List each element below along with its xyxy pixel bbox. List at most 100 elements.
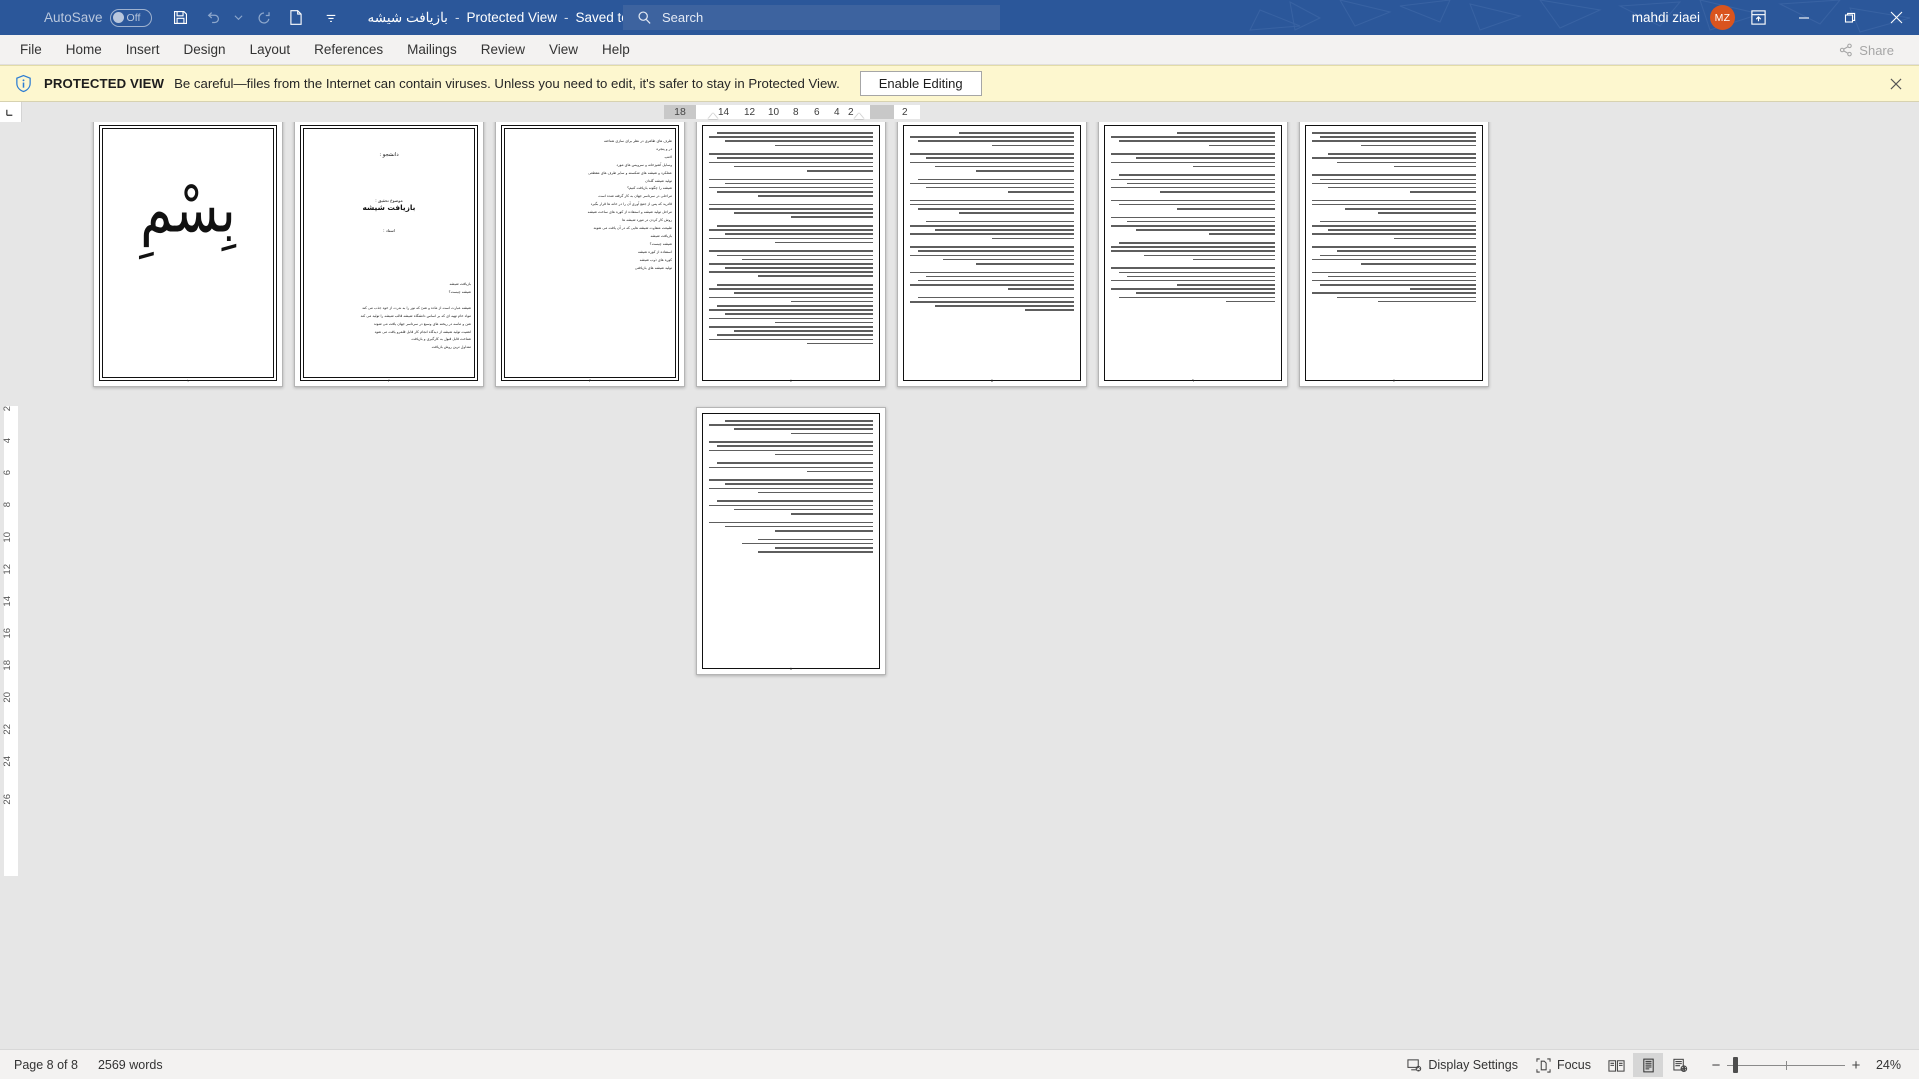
tab-stop-selector-icon[interactable]: [0, 102, 22, 122]
customize-qat-caret-icon[interactable]: [323, 4, 340, 32]
autosave-toggle[interactable]: Off: [109, 8, 152, 27]
cover-body-line: مواد خام تهیه ای که بر اساس دانشگاه شیشه…: [360, 313, 471, 318]
zoom-in-icon[interactable]: +: [1845, 1053, 1867, 1077]
tab-review[interactable]: Review: [469, 37, 537, 62]
tab-help[interactable]: Help: [590, 37, 642, 62]
display-settings-icon: [1407, 1058, 1422, 1073]
ruler-tick-18: 18: [674, 106, 686, 118]
page-thumbnail[interactable]: دانشجو : موضوع تحقیق : بازیافت شیشه استا…: [294, 122, 484, 387]
cover-body-line: شیشه عبارت است از ماده و شئ که نور را به…: [362, 305, 471, 310]
autosave-label: AutoSave: [44, 10, 103, 25]
page-thumbnail[interactable]: ٤: [696, 122, 886, 387]
undo-icon[interactable]: [198, 4, 228, 32]
search-placeholder: Search: [662, 10, 704, 25]
page-content: دانشجو : موضوع تحقیق : بازیافت شیشه استا…: [307, 132, 471, 372]
tab-insert[interactable]: Insert: [114, 37, 172, 62]
document-workspace[interactable]: 2 4 6 8 10 12 14 16 18 20 22 24 26 بِسْم…: [0, 122, 1919, 1049]
tab-mailings[interactable]: Mailings: [395, 37, 469, 62]
zoom-out-icon[interactable]: −: [1705, 1053, 1727, 1077]
display-settings-button[interactable]: Display Settings: [1399, 1053, 1526, 1077]
display-settings-label: Display Settings: [1428, 1058, 1518, 1072]
toc-entry: استفاده از کوره شیشه: [637, 249, 672, 254]
web-layout-icon[interactable]: [1665, 1053, 1695, 1077]
page-number: ٢: [387, 378, 391, 383]
tab-layout[interactable]: Layout: [238, 37, 303, 62]
page-content: [709, 132, 873, 372]
page-thumbnail[interactable]: بِسْمِ ١: [93, 122, 283, 387]
zoom-slider-midpoint: [1786, 1060, 1787, 1070]
ruler-tail: 2: [894, 105, 920, 119]
tab-view[interactable]: View: [537, 37, 590, 62]
ruler-tick-10: 10: [768, 107, 780, 118]
page-indicator[interactable]: Page 8 of 8: [0, 1058, 88, 1072]
page-number: ٣: [588, 378, 592, 383]
page-thumbnail[interactable]: ٧: [1299, 122, 1489, 387]
protected-view-title: PROTECTED VIEW: [44, 76, 165, 91]
ribbon-display-options-icon[interactable]: [1735, 0, 1781, 35]
search-input[interactable]: Search: [623, 5, 1000, 30]
toc-entry: شیشه را چگونه بازیافت کنیم؟: [627, 186, 672, 191]
search-icon: [637, 10, 652, 25]
cover-body-line: بازیافت شیشه: [449, 282, 471, 286]
title-bar: AutoSave Off بازیافت شیشه - Protected Vi…: [0, 0, 1919, 35]
page-content: ظرف های ظاهری در نظر برای سازی شناخته در…: [508, 132, 672, 372]
page-thumbnail[interactable]: ٨: [696, 407, 886, 675]
tab-file[interactable]: File: [8, 37, 54, 62]
window-controls-group: mahdi ziaei MZ: [1632, 0, 1919, 35]
page-content: [910, 132, 1074, 372]
toc-entry: وسایل آشپزخانه و سرویس های مورد: [616, 162, 672, 167]
enable-editing-button[interactable]: Enable Editing: [859, 71, 982, 96]
toc-entry: عملکرد و شیشه های شکسته و سایر ظرف های م…: [588, 170, 672, 175]
share-button[interactable]: Share: [1828, 38, 1905, 62]
toc-entry: ظرف های ظاهری در نظر برای سازی شناخته: [603, 139, 672, 143]
minimize-icon[interactable]: [1781, 0, 1827, 35]
redo-icon[interactable]: [249, 4, 279, 32]
undo-dropdown-caret-icon[interactable]: [230, 4, 247, 32]
ruler-margin-left: 18: [664, 105, 696, 119]
user-name-label[interactable]: mahdi ziaei: [1632, 10, 1700, 25]
toc-entry: تولید شیشه های بازیافتی: [634, 265, 672, 270]
page-thumbnail[interactable]: ٥: [897, 122, 1087, 387]
cover-body-line: شیشه چیست؟: [448, 289, 471, 294]
tab-design[interactable]: Design: [172, 37, 238, 62]
right-indent-marker[interactable]: [854, 113, 864, 119]
zoom-slider-track[interactable]: [1727, 1053, 1845, 1077]
focus-label: Focus: [1556, 1058, 1591, 1072]
ruler-margin-right: [870, 105, 894, 119]
cover-body-line: متداول ترین روش بازیافت: [431, 345, 471, 350]
avatar[interactable]: MZ: [1710, 5, 1735, 30]
print-layout-icon[interactable]: [1633, 1053, 1663, 1077]
cover-body-line: شن و ماسه در ریخته های وسیع در سرتاسر جه…: [373, 321, 471, 326]
cover-title: بازیافت شیشه: [362, 203, 416, 212]
ruler-tick-6: 6: [814, 107, 820, 118]
toc-entry: مراحلی در سرتاسر جهان به کار گرفته شده ا…: [598, 194, 672, 199]
title-separator-2: -: [564, 10, 569, 25]
ruler-tick-14: 14: [718, 107, 730, 118]
autosave-state-label: Off: [126, 11, 141, 24]
zoom-level-label[interactable]: 24%: [1869, 1058, 1911, 1072]
save-icon[interactable]: [166, 4, 196, 32]
read-mode-icon[interactable]: [1601, 1053, 1631, 1077]
page-number: ٦: [1191, 378, 1195, 383]
word-count[interactable]: 2569 words: [88, 1058, 173, 1072]
page-number: ٥: [990, 378, 994, 383]
restore-icon[interactable]: [1827, 0, 1873, 35]
page-thumbnail[interactable]: ظرف های ظاهری در نظر برای سازی شناخته در…: [495, 122, 685, 387]
protected-view-indicator: Protected View: [466, 10, 557, 25]
tab-home[interactable]: Home: [54, 37, 114, 62]
focus-button[interactable]: Focus: [1528, 1053, 1599, 1077]
zoom-slider-group[interactable]: − +: [1705, 1053, 1867, 1077]
horizontal-ruler[interactable]: 18 14 12 10 8 6 4 2 2: [664, 102, 920, 122]
zoom-slider-thumb[interactable]: [1733, 1057, 1738, 1073]
first-line-indent-marker[interactable]: [708, 113, 718, 119]
page-thumbnail[interactable]: ٦: [1098, 122, 1288, 387]
autosave-control[interactable]: AutoSave Off: [44, 8, 152, 27]
protected-view-message: Be careful—files from the Internet can c…: [174, 76, 840, 91]
ruler-tick-2a: 2: [848, 107, 854, 118]
close-banner-icon[interactable]: [1885, 73, 1907, 95]
horizontal-ruler-row: 18 14 12 10 8 6 4 2 2: [0, 102, 1919, 122]
tab-references[interactable]: References: [302, 37, 395, 62]
new-document-icon[interactable]: [281, 4, 311, 32]
toc-entry: روش کار کردن در مورد شیشه ها: [622, 218, 672, 223]
close-icon[interactable]: [1873, 0, 1919, 35]
